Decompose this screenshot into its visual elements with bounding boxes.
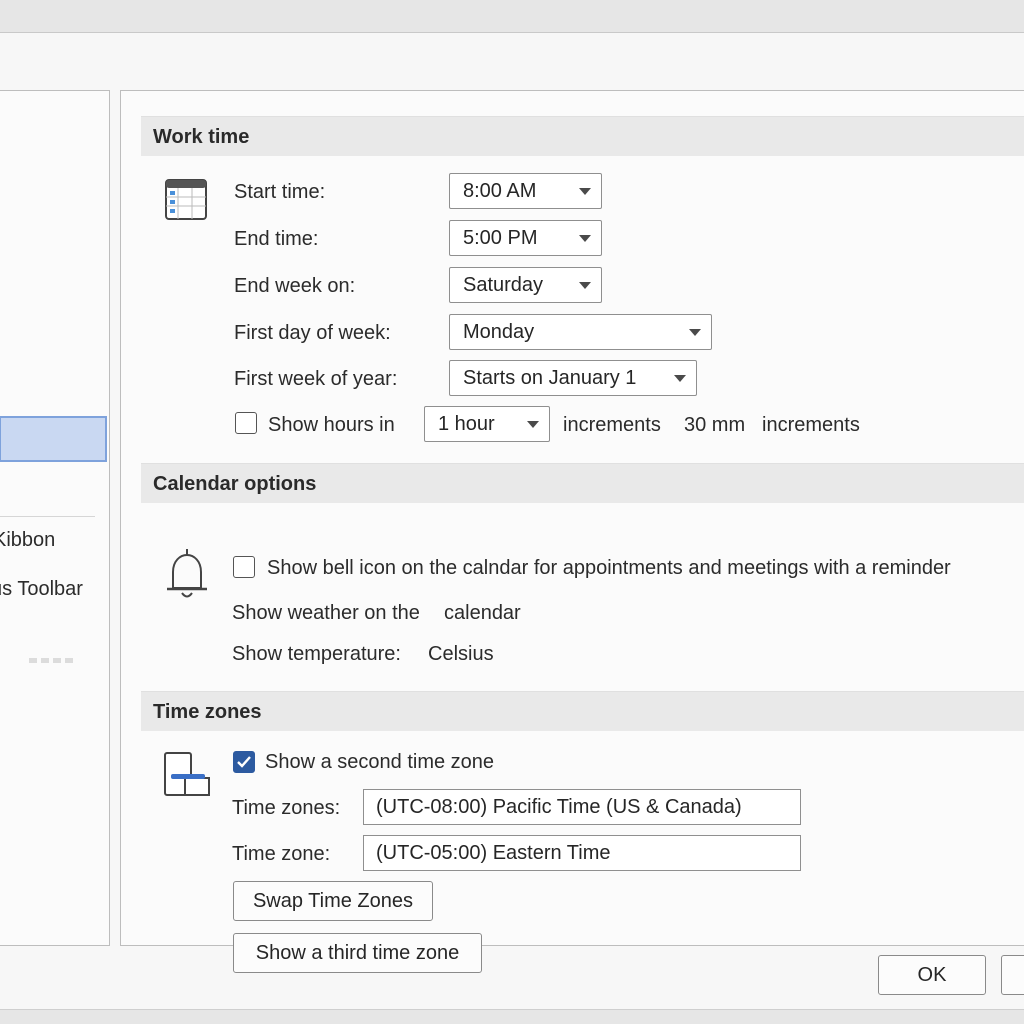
end-week-on-value: Saturday — [463, 274, 544, 296]
first-day-of-week-dropdown[interactable]: Monday — [449, 314, 712, 350]
first-day-of-week-value: Monday — [463, 321, 535, 343]
show-bell-checkbox[interactable] — [233, 556, 255, 578]
hour-increment-value: 1 hour — [438, 413, 495, 435]
increments-label: increments — [563, 414, 661, 436]
end-week-on-label: End week on: — [234, 275, 356, 297]
section-header-work-time: Work time — [141, 116, 1024, 156]
calendar-icon — [165, 179, 207, 220]
checkmark-icon — [237, 756, 251, 768]
show-second-time-zone-label: Show a second time zone — [265, 751, 495, 773]
show-bell-label: Show bell icon on the calndar for appoin… — [267, 557, 951, 579]
temperature-unit-value[interactable]: Celsius — [428, 643, 494, 666]
section-header-time-zones: Time zones — [141, 691, 1024, 731]
start-time-value: 8:00 AM — [463, 180, 537, 202]
time-zone-icon — [164, 752, 210, 796]
calendar-options-pane: Work time Start time: 8:00 AM End time: … — [120, 90, 1024, 973]
show-temperature-label: Show temperature: — [232, 643, 401, 665]
first-week-of-year-dropdown[interactable]: Starts on January 1 — [449, 360, 697, 396]
options-nav-pane: Kibbon us Toolbar — [0, 90, 110, 946]
start-time-label: Start time: — [234, 181, 326, 203]
time-zone-1-label: Time zones: — [232, 797, 341, 819]
nav-item-quick-access-toolbar[interactable]: us Toolbar — [0, 578, 83, 601]
end-week-on-dropdown[interactable]: Saturday — [449, 267, 602, 303]
section-header-calendar-options: Calendar options — [141, 463, 1024, 503]
first-week-of-year-label: First week of year: — [234, 368, 398, 390]
time-zone-1-field[interactable]: (UTC-08:00) Pacific Time (US & Canada) — [363, 789, 801, 825]
show-hours-checkbox[interactable] — [235, 412, 257, 434]
end-time-dropdown[interactable]: 5:00 PM — [449, 220, 602, 256]
time-zone-2-label: Time zone: — [232, 843, 331, 865]
minute-increment-value: 30 mm — [684, 414, 746, 436]
minute-increments-label: increments — [762, 414, 860, 436]
show-third-time-zone-button[interactable]: Show a third time zone — [233, 933, 482, 973]
show-weather-label: Show weather on the — [232, 602, 420, 624]
ok-button[interactable]: OK — [878, 955, 986, 995]
nav-item-faded — [29, 658, 73, 663]
chevron-down-icon — [579, 282, 591, 289]
cancel-button[interactable] — [1001, 955, 1024, 995]
show-second-time-zone-checkbox[interactable] — [233, 751, 255, 773]
chevron-down-icon — [674, 375, 686, 382]
chevron-down-icon — [579, 188, 591, 195]
start-time-dropdown[interactable]: 8:00 AM — [449, 173, 602, 209]
chevron-down-icon — [527, 421, 539, 428]
chevron-down-icon — [579, 235, 591, 242]
chevron-down-icon — [689, 329, 701, 336]
end-time-label: End time: — [234, 228, 319, 250]
swap-time-zones-button[interactable]: Swap Time Zones — [233, 881, 433, 921]
first-day-of-week-label: First day of week: — [234, 322, 391, 344]
bell-icon — [167, 549, 207, 598]
first-week-of-year-value: Starts on January 1 — [463, 367, 637, 389]
nav-divider — [0, 516, 95, 517]
hour-increment-dropdown[interactable]: 1 hour — [424, 406, 550, 442]
show-hours-label: Show hours in — [268, 414, 395, 436]
nav-item-customize-ribbon[interactable]: Kibbon — [0, 529, 55, 552]
time-zone-2-field[interactable]: (UTC-05:00) Eastern Time — [363, 835, 801, 871]
nav-item-calendar-selected[interactable] — [0, 416, 107, 462]
end-time-value: 5:00 PM — [463, 227, 538, 249]
options-dialog: Kibbon us Toolbar Work time Start time: … — [0, 32, 1024, 1010]
show-weather-value[interactable]: calendar — [444, 602, 521, 625]
